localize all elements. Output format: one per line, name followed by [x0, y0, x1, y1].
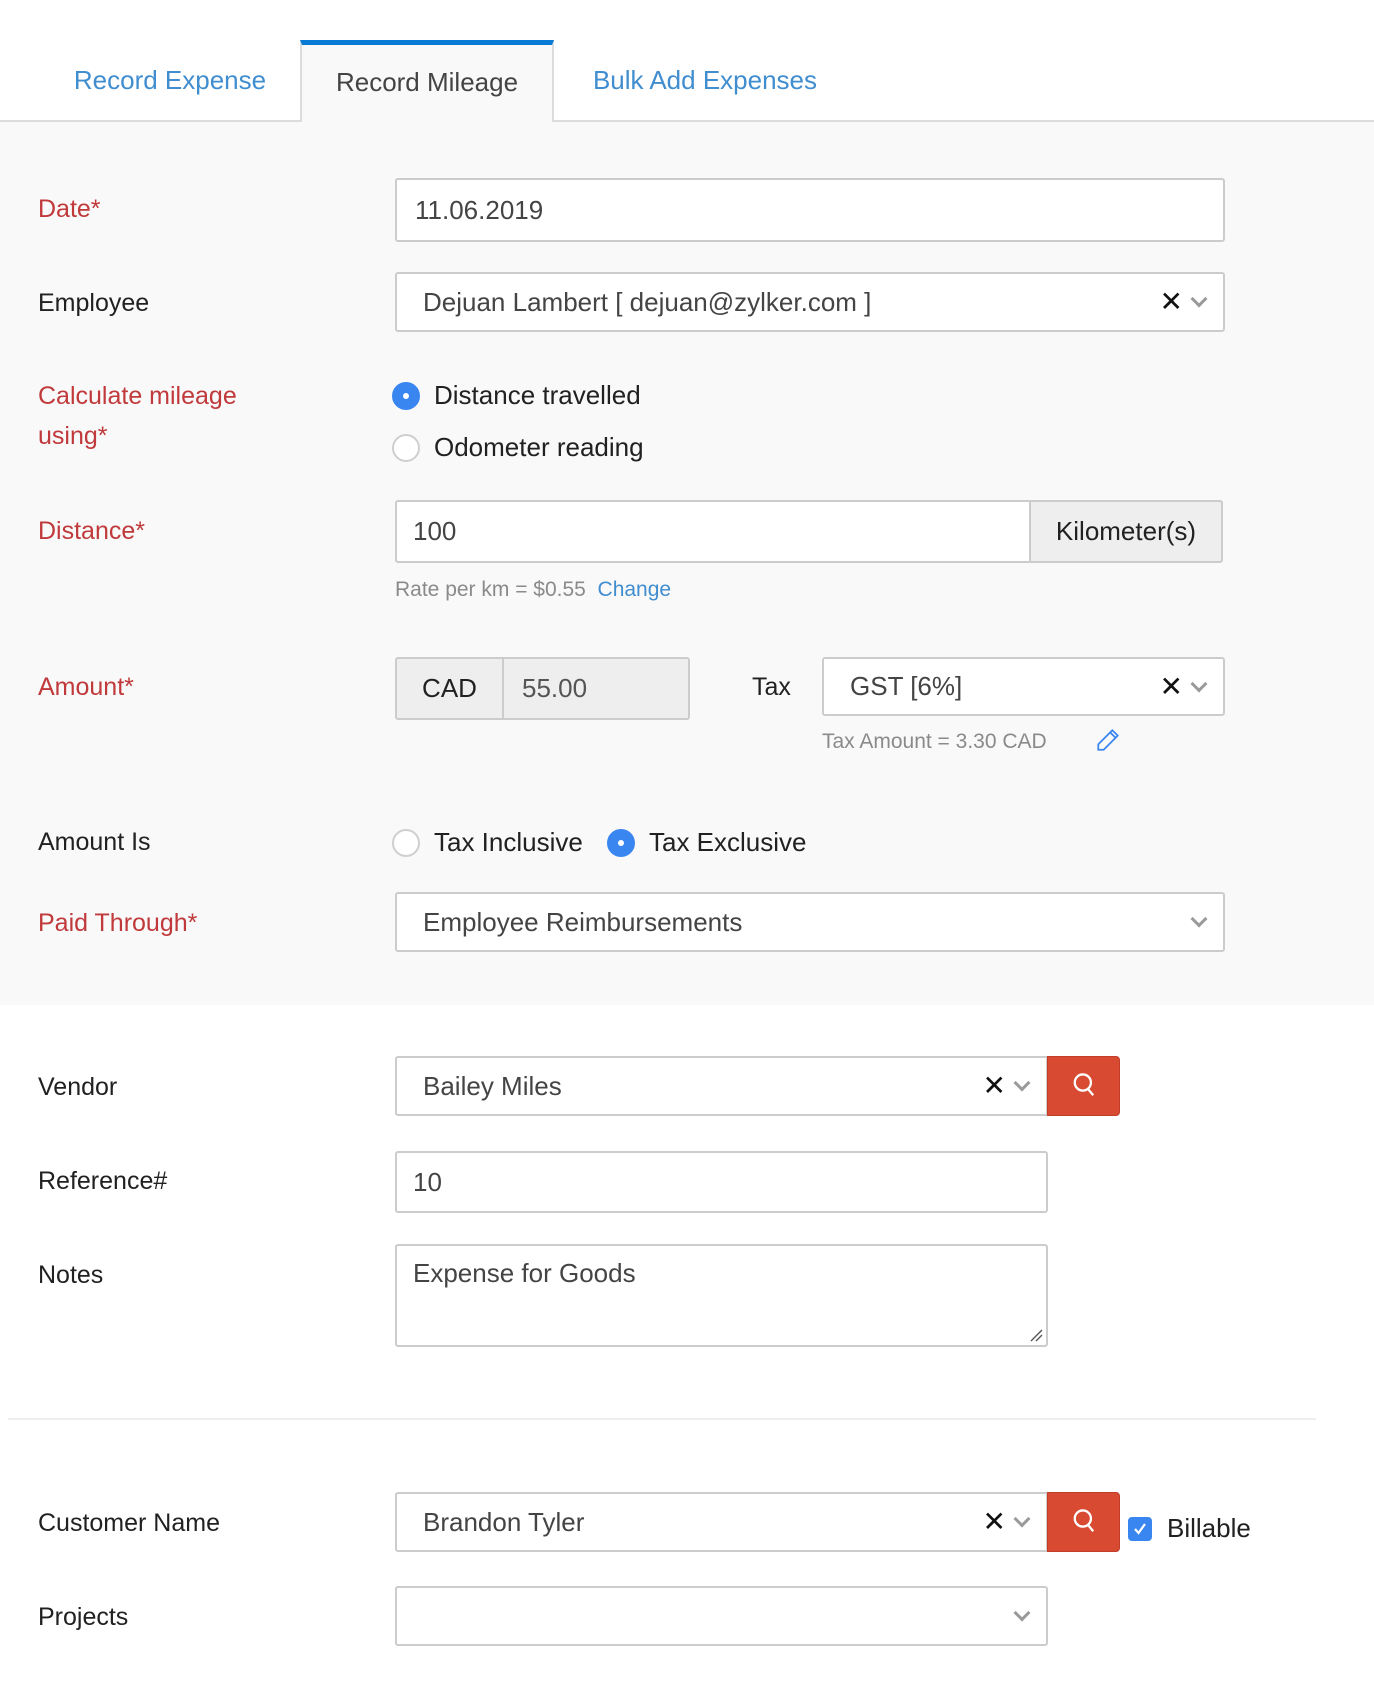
- notes-value: Expense for Goods: [413, 1258, 636, 1288]
- reference-input[interactable]: 10: [395, 1151, 1048, 1213]
- notes-textarea[interactable]: Expense for Goods: [395, 1244, 1048, 1347]
- customer-select[interactable]: Brandon Tyler ✕: [395, 1492, 1048, 1552]
- search-icon: [1073, 1509, 1094, 1532]
- chevron-down-icon[interactable]: [1013, 1074, 1031, 1092]
- chevron-down-icon[interactable]: [1190, 290, 1208, 308]
- clear-icon[interactable]: ✕: [983, 1072, 1006, 1100]
- vendor-label: Vendor: [38, 1073, 118, 1101]
- notes-label: Notes: [38, 1261, 104, 1289]
- radio-selected-icon: [392, 381, 420, 410]
- date-input[interactable]: 11.06.2019: [395, 178, 1225, 242]
- tax-amount-text: Tax Amount = 3.30 CAD: [822, 730, 1047, 753]
- paid-through-value: Employee Reimbursements: [423, 906, 743, 937]
- chevron-down-icon[interactable]: [1013, 1510, 1031, 1528]
- clear-icon[interactable]: ✕: [1160, 672, 1183, 701]
- search-icon: [1073, 1073, 1094, 1096]
- date-value: 11.06.2019: [415, 194, 544, 225]
- mileage-section: [0, 122, 1374, 1005]
- customer-name-label: Customer Name: [38, 1509, 220, 1537]
- tax-value: GST [6%]: [850, 671, 963, 701]
- radio-label: Tax Inclusive: [434, 827, 583, 857]
- pencil-icon[interactable]: [1095, 727, 1121, 758]
- distance-input[interactable]: 100: [395, 500, 1031, 563]
- chevron-down-icon[interactable]: [1190, 675, 1208, 692]
- calc-mileage-label-line2: using*: [38, 422, 108, 450]
- tab-record-mileage[interactable]: Record Mileage: [300, 40, 554, 124]
- tax-select[interactable]: GST [6%] ✕: [822, 657, 1225, 716]
- distance-label: Distance*: [38, 517, 145, 545]
- date-label: Date*: [38, 195, 101, 223]
- employee-label: Employee: [38, 289, 150, 317]
- calc-mileage-label-line1: Calculate mileage: [38, 382, 237, 410]
- reference-value: 10: [413, 1166, 442, 1197]
- distance-unit: Kilometer(s): [1029, 500, 1223, 563]
- section-divider: [8, 1418, 1316, 1420]
- radio-label: Odometer reading: [434, 432, 644, 462]
- checkmark-icon: [1134, 1523, 1146, 1535]
- reference-label: Reference#: [38, 1167, 168, 1195]
- chevron-down-icon[interactable]: [1190, 910, 1208, 928]
- tax-label: Tax: [752, 673, 791, 701]
- vendor-value: Bailey Miles: [423, 1070, 562, 1101]
- vendor-search-button[interactable]: [1047, 1056, 1120, 1116]
- radio-tax-inclusive[interactable]: Tax Inclusive: [392, 827, 583, 858]
- amount-input[interactable]: 55.00: [502, 657, 690, 720]
- paid-through-select[interactable]: Employee Reimbursements: [395, 892, 1225, 952]
- amount-is-label: Amount Is: [38, 828, 151, 856]
- radio-tax-exclusive[interactable]: Tax Exclusive: [607, 827, 807, 858]
- projects-select[interactable]: [395, 1586, 1048, 1646]
- billable-checkbox[interactable]: [1128, 1517, 1152, 1541]
- projects-label: Projects: [38, 1603, 129, 1631]
- resize-handle-icon: [1030, 1329, 1043, 1342]
- clear-icon[interactable]: ✕: [983, 1508, 1006, 1536]
- radio-label: Distance travelled: [434, 380, 641, 410]
- radio-label: Tax Exclusive: [649, 827, 807, 857]
- currency-code: CAD: [395, 657, 504, 720]
- clear-icon[interactable]: ✕: [1160, 288, 1183, 316]
- distance-value: 100: [413, 516, 457, 546]
- tab-bulk-add-expenses[interactable]: Bulk Add Expenses: [570, 40, 840, 124]
- radio-unselected-icon: [392, 828, 420, 857]
- radio-unselected-icon: [392, 433, 420, 462]
- radio-odometer-reading[interactable]: Odometer reading: [392, 432, 644, 463]
- tax-amount-hint: Tax Amount = 3.30 CAD: [822, 730, 1047, 754]
- rate-per-km-text: Rate per km = $0.55: [395, 578, 586, 601]
- tab-bar: Record Expense Record Mileage Bulk Add E…: [0, 0, 1374, 124]
- employee-select[interactable]: Dejuan Lambert [ dejuan@zylker.com ] ✕: [395, 272, 1225, 332]
- customer-value: Brandon Tyler: [423, 1506, 585, 1537]
- change-rate-link[interactable]: Change: [598, 578, 672, 601]
- tab-record-expense[interactable]: Record Expense: [40, 40, 300, 124]
- amount-label: Amount*: [38, 673, 134, 701]
- chevron-down-icon[interactable]: [1013, 1604, 1031, 1622]
- paid-through-label: Paid Through*: [38, 909, 198, 937]
- employee-value: Dejuan Lambert [ dejuan@zylker.com ]: [423, 286, 872, 317]
- vendor-select[interactable]: Bailey Miles ✕: [395, 1056, 1048, 1116]
- rate-hint: Rate per km = $0.55 Change: [395, 578, 671, 602]
- radio-distance-travelled[interactable]: Distance travelled: [392, 380, 641, 411]
- billable-label: Billable: [1167, 1513, 1251, 1543]
- customer-search-button[interactable]: [1047, 1492, 1120, 1552]
- calc-mileage-label: Calculate mileage using*: [38, 376, 237, 456]
- radio-selected-icon: [607, 828, 635, 857]
